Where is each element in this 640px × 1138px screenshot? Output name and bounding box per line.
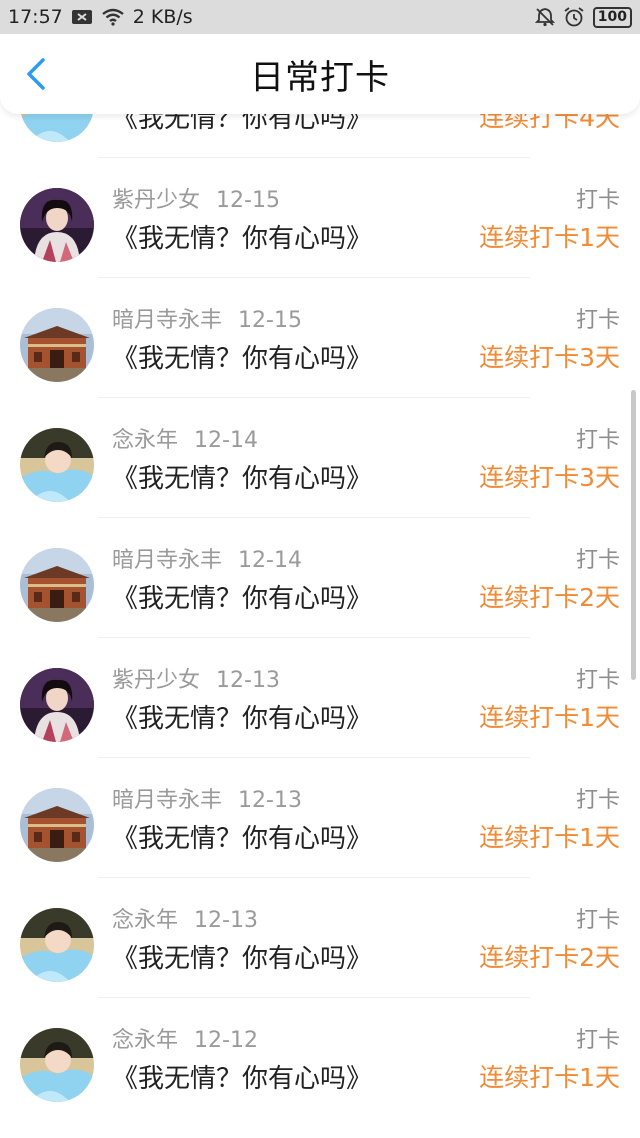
record-date: 12-13 (194, 908, 258, 933)
user-name[interactable]: 念永年 (112, 908, 178, 933)
record-title: 《我无情？你有心吗》 (112, 224, 373, 254)
avatar-image (20, 908, 94, 982)
user-name[interactable]: 暗月寺永丰 (112, 308, 222, 333)
avatar[interactable] (20, 188, 94, 262)
streak-label: 连续打卡1天 (479, 223, 620, 252)
record-date: 12-15 (238, 308, 302, 333)
record-title: 《我无情？你有心吗》 (112, 464, 373, 494)
record-date: 12-14 (238, 548, 302, 573)
record-date: 12-14 (194, 428, 258, 453)
record-date: 12-13 (216, 668, 280, 693)
streak-label: 连续打卡3天 (479, 463, 620, 492)
avatar[interactable] (20, 1028, 94, 1102)
user-name[interactable]: 暗月寺永丰 (112, 548, 222, 573)
type-label: 打卡 (575, 788, 620, 813)
type-label: 打卡 (575, 668, 620, 693)
avatar[interactable] (20, 428, 94, 502)
avatar-image (20, 428, 94, 502)
type-label: 打卡 (575, 188, 620, 213)
list-item[interactable]: 念永年 12-13 打卡 《我无情？你有心吗》 连续打卡2天 (0, 878, 640, 998)
type-label: 打卡 (575, 428, 620, 453)
record-title: 《我无情？你有心吗》 (112, 704, 373, 734)
nav-bar: 日常打卡 (0, 34, 640, 114)
streak-label: 连续打卡1天 (479, 703, 620, 732)
type-label: 打卡 (575, 1028, 620, 1053)
record-title: 《我无情？你有心吗》 (112, 584, 373, 614)
avatar-image (20, 668, 94, 742)
battery-indicator: 100 (592, 6, 632, 28)
record-title: 《我无情？你有心吗》 (112, 344, 373, 374)
alarm-icon (563, 6, 585, 28)
status-time: 17:57 (8, 6, 63, 28)
user-name[interactable]: 念永年 (112, 428, 178, 453)
type-label: 打卡 (575, 308, 620, 333)
user-name[interactable]: 紫丹少女 (112, 188, 200, 213)
type-label: 打卡 (575, 908, 620, 933)
avatar-image (20, 188, 94, 262)
user-name[interactable]: 念永年 (112, 1028, 178, 1053)
list-item[interactable]: 念永年 12-12 打卡 《我无情？你有心吗》 连续打卡1天 (0, 998, 640, 1118)
record-date: 12-15 (216, 188, 280, 213)
avatar[interactable] (20, 908, 94, 982)
streak-label: 连续打卡2天 (479, 943, 620, 972)
list-item[interactable]: 念永年 12-14 打卡 《我无情？你有心吗》 连续打卡3天 (0, 398, 640, 518)
status-bar: 17:57 2 KB/s 100 (0, 0, 640, 34)
list-item[interactable]: 暗月寺永丰 12-14 打卡 《我无情？你有心吗》 连续打卡2天 (0, 518, 640, 638)
streak-label: 连续打卡2天 (479, 583, 620, 612)
list-item[interactable]: 暗月寺永丰 12-15 打卡 《我无情？你有心吗》 连续打卡3天 (0, 278, 640, 398)
list-item[interactable]: 暗月寺永丰 12-13 打卡 《我无情？你有心吗》 连续打卡1天 (0, 758, 640, 878)
avatar-image (20, 308, 94, 382)
scrollbar[interactable] (631, 390, 636, 680)
list-item[interactable]: 紫丹少女 12-15 打卡 《我无情？你有心吗》 连续打卡1天 (0, 158, 640, 278)
avatar[interactable] (20, 788, 94, 862)
user-name[interactable]: 紫丹少女 (112, 668, 200, 693)
avatar[interactable] (20, 668, 94, 742)
avatar-image (20, 788, 94, 862)
streak-label: 连续打卡1天 (479, 823, 620, 852)
notification-icon (71, 9, 93, 25)
wifi-icon (101, 8, 125, 26)
record-title: 《我无情？你有心吗》 (112, 824, 373, 854)
page-title: 日常打卡 (250, 57, 390, 98)
avatar-image (20, 548, 94, 622)
user-name[interactable]: 暗月寺永丰 (112, 788, 222, 813)
avatar[interactable] (20, 548, 94, 622)
chevron-left-icon (27, 58, 45, 90)
net-speed: 2 KB/s (132, 6, 193, 28)
streak-label: 连续打卡1天 (479, 1063, 620, 1092)
type-label: 打卡 (575, 548, 620, 573)
avatar[interactable] (20, 308, 94, 382)
record-date: 12-12 (194, 1028, 258, 1053)
screen: 《我无情？你有心吗》 连续打卡4天 紫丹少女 12-15 打卡 《我无情？你有心吗… (0, 0, 640, 1138)
back-button[interactable] (18, 56, 54, 92)
record-title: 《我无情？你有心吗》 (112, 1064, 373, 1094)
streak-label: 连续打卡3天 (479, 343, 620, 372)
record-title: 《我无情？你有心吗》 (112, 944, 373, 974)
mute-bell-icon (534, 7, 555, 27)
record-date: 12-13 (238, 788, 302, 813)
list-item[interactable]: 紫丹少女 12-13 打卡 《我无情？你有心吗》 连续打卡1天 (0, 638, 640, 758)
avatar-image (20, 1028, 94, 1102)
